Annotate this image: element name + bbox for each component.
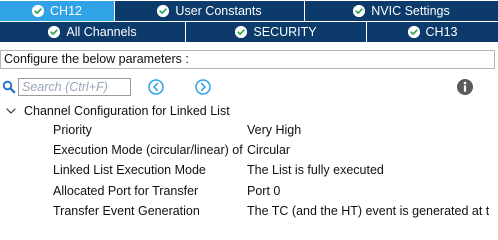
tab-label: NVIC Settings <box>371 4 450 18</box>
parameter-tree: Channel Configuration for Linked List Pr… <box>0 101 498 222</box>
check-circle-icon <box>407 26 420 38</box>
group-channel-configuration[interactable]: Channel Configuration for Linked List <box>0 101 498 121</box>
group-label: Channel Configuration for Linked List <box>24 104 230 118</box>
tab-nvic-settings[interactable]: NVIC Settings <box>305 1 498 21</box>
tab-bar-row-1: CH12 User Constants NVIC Settings <box>0 1 498 21</box>
tab-label: All Channels <box>66 25 137 39</box>
chevron-right-circle-icon[interactable] <box>194 78 212 96</box>
param-row-transfer-event-generation[interactable]: Transfer Event Generation The TC (and th… <box>0 202 498 222</box>
tab-label: SECURITY <box>253 25 317 39</box>
check-circle-icon <box>353 5 366 17</box>
param-value[interactable]: Circular <box>247 143 290 157</box>
tab-ch13[interactable]: CH13 <box>367 22 498 42</box>
check-circle-icon <box>235 26 248 38</box>
param-name: Execution Mode (circular/linear) of <box>53 143 243 158</box>
param-value[interactable]: The TC (and the HT) event is generated a… <box>247 204 489 218</box>
tab-ch12[interactable]: CH12 <box>0 1 115 21</box>
check-circle-icon <box>48 26 61 38</box>
tab-label: User Constants <box>175 4 262 18</box>
param-name: Transfer Event Generation <box>53 203 200 218</box>
configure-banner: Configure the below parameters : <box>0 50 495 69</box>
tab-bar-row-2: All Channels SECURITY CH13 <box>0 22 498 42</box>
tab-user-constants[interactable]: User Constants <box>115 1 305 21</box>
param-row-linked-list-execution-mode[interactable]: Linked List Execution Mode The List is f… <box>0 161 498 181</box>
check-circle-icon <box>32 5 45 17</box>
param-row-execution-mode[interactable]: Execution Mode (circular/linear) of Circ… <box>0 141 498 161</box>
chevron-left-circle-icon[interactable] <box>147 78 165 96</box>
param-name: Priority <box>53 123 92 137</box>
parameter-toolbar <box>0 77 498 99</box>
param-value[interactable]: The List is fully executed <box>247 163 384 177</box>
search-icon[interactable] <box>2 80 16 94</box>
chevron-down-icon[interactable] <box>6 107 16 115</box>
param-name: Allocated Port for Transfer <box>53 183 199 198</box>
info-icon[interactable] <box>456 78 474 96</box>
param-name: Linked List Execution Mode <box>53 163 206 178</box>
check-circle-icon <box>157 5 170 17</box>
tab-security[interactable]: SECURITY <box>186 22 367 42</box>
param-value[interactable]: Port 0 <box>247 184 280 198</box>
tab-label: CH12 <box>50 4 82 18</box>
tab-label: CH13 <box>425 25 458 39</box>
param-value[interactable]: Very High <box>247 123 301 137</box>
search-input[interactable] <box>18 78 131 96</box>
tab-all-channels[interactable]: All Channels <box>0 22 186 42</box>
param-row-allocated-port[interactable]: Allocated Port for Transfer Port 0 <box>0 182 498 202</box>
param-row-priority[interactable]: Priority Very High <box>0 121 498 141</box>
